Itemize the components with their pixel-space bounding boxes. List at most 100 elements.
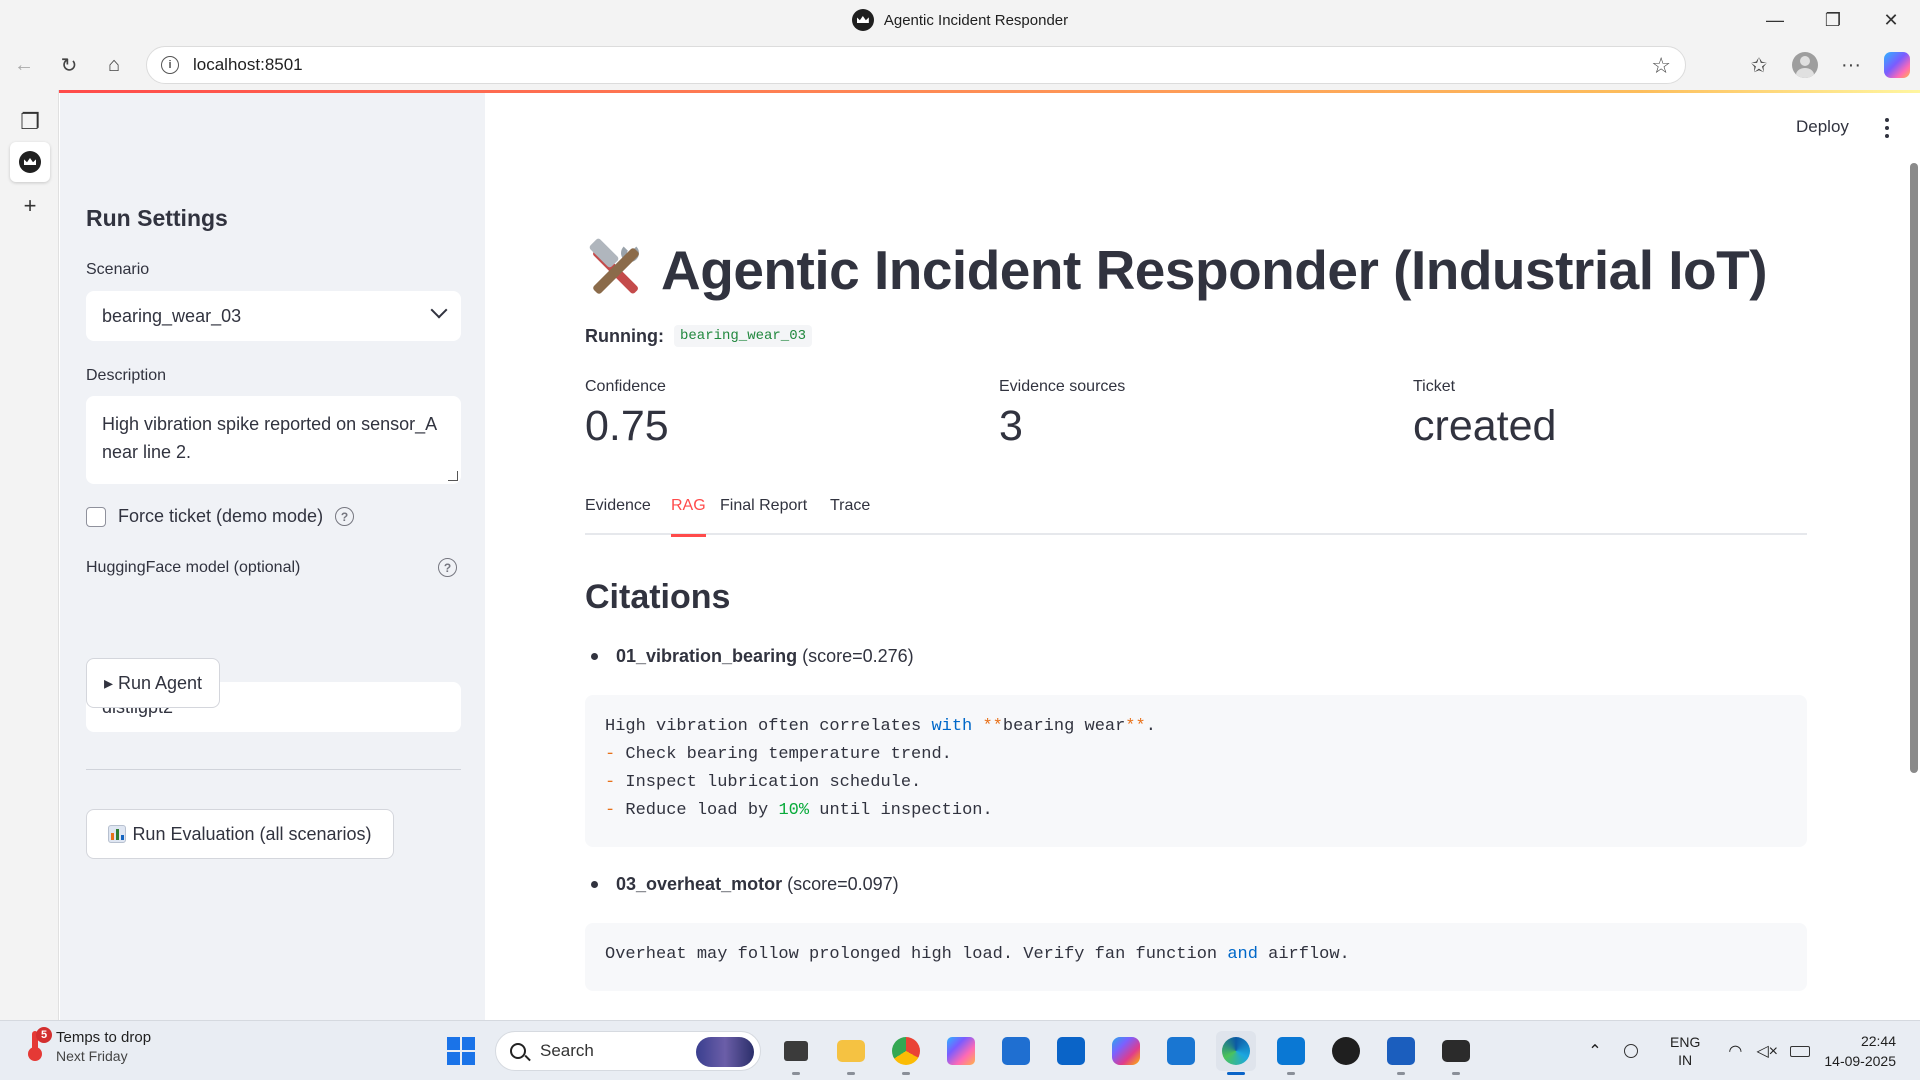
profile-button[interactable] xyxy=(1782,45,1828,85)
outlook-button[interactable] xyxy=(1051,1031,1091,1071)
metric-label: Confidence xyxy=(585,378,666,395)
metric-label: Evidence sources xyxy=(999,378,1126,395)
run-agent-button[interactable]: ▸ Run Agent xyxy=(86,658,220,708)
citation-name: 03_overheat_motor xyxy=(616,874,783,894)
copilot-app-button[interactable] xyxy=(941,1031,981,1071)
tab-actions-icon[interactable]: ❐ xyxy=(10,102,50,142)
window-title: Agentic Incident Responder xyxy=(883,11,1069,29)
metric-value: 0.75 xyxy=(585,402,669,450)
scenario-value: bearing_wear_03 xyxy=(102,305,242,326)
m365-button[interactable] xyxy=(1106,1031,1146,1071)
terminal-button[interactable] xyxy=(1436,1031,1476,1075)
address-bar[interactable]: i localhost:8501 ☆ xyxy=(146,46,1686,84)
favorites-icon[interactable]: ✩ xyxy=(1736,45,1782,85)
copilot-button[interactable] xyxy=(1874,45,1920,85)
store-button[interactable] xyxy=(996,1031,1036,1071)
favorite-star-icon[interactable]: ☆ xyxy=(1651,53,1671,79)
run-evaluation-button[interactable]: Run Evaluation (all scenarios) xyxy=(86,809,394,859)
copilot-icon xyxy=(1884,52,1910,78)
taskbar-search[interactable]: Search xyxy=(495,1031,761,1071)
terminal-icon xyxy=(1442,1040,1470,1062)
notification-badge: 5 xyxy=(36,1027,52,1043)
metric-value: created xyxy=(1413,402,1557,450)
chrome-button[interactable] xyxy=(886,1031,926,1075)
sidebar-divider xyxy=(86,769,461,770)
word-button[interactable] xyxy=(1381,1031,1421,1075)
edge-button[interactable] xyxy=(1216,1031,1256,1075)
chevron-up-icon[interactable]: ⌃ xyxy=(1580,1041,1610,1061)
new-tab-icon[interactable]: + xyxy=(10,186,50,226)
deploy-button[interactable]: Deploy xyxy=(1796,117,1849,137)
hammer-wrench-icon xyxy=(585,237,645,300)
start-button[interactable] xyxy=(441,1031,481,1071)
home-button[interactable]: ⌂ xyxy=(93,47,135,83)
vscode-icon xyxy=(1277,1037,1305,1065)
vertical-tab-rail: ❐ + xyxy=(0,90,59,1020)
chrome-icon xyxy=(892,1037,920,1065)
citation-score: (score=0.276) xyxy=(802,646,914,666)
run-evaluation-label: Run Evaluation (all scenarios) xyxy=(132,823,372,844)
bar-chart-icon xyxy=(108,825,127,843)
url-text[interactable]: localhost:8501 xyxy=(193,55,303,75)
force-ticket-label[interactable]: Force ticket (demo mode) xyxy=(118,506,323,527)
tab-final-report[interactable]: Final Report xyxy=(720,497,807,535)
tab-trace[interactable]: Trace xyxy=(830,497,870,535)
task-view-button[interactable] xyxy=(776,1031,816,1075)
dell-icon xyxy=(1332,1037,1360,1065)
description-textarea[interactable]: High vibration spike reported on sensor_… xyxy=(86,396,461,484)
copilot-icon xyxy=(947,1037,975,1065)
scrollbar[interactable] xyxy=(1910,163,1918,773)
file-explorer-button[interactable] xyxy=(831,1031,871,1075)
tab-streamlit-app[interactable] xyxy=(10,142,50,182)
window-controls: — ❐ ✕ xyxy=(1746,0,1920,40)
code-block: Overheat may follow prolonged high load.… xyxy=(585,923,1807,991)
tab-evidence[interactable]: Evidence xyxy=(585,497,651,535)
close-button[interactable]: ✕ xyxy=(1862,0,1920,40)
help-icon[interactable]: ? xyxy=(438,558,457,577)
clock-time: 22:44 xyxy=(1860,1033,1896,1049)
wifi-icon[interactable]: ◠ xyxy=(1728,1041,1742,1061)
chevron-down-icon xyxy=(430,301,448,319)
clock[interactable]: 22:44 14-09-2025 xyxy=(1824,1031,1896,1071)
toolbar-right-actions: ✩ ··· xyxy=(1736,40,1920,90)
bullet-dot xyxy=(591,881,598,888)
code-block: High vibration often correlates with **b… xyxy=(585,695,1807,847)
onedrive-status-icon[interactable] xyxy=(1624,1044,1638,1058)
dell-button[interactable] xyxy=(1326,1031,1366,1071)
page-title: Agentic Incident Responder (Industrial I… xyxy=(585,237,1768,302)
list-item: 01_vibration_bearing (score=0.276) xyxy=(585,646,914,667)
more-options-icon[interactable]: ··· xyxy=(1828,45,1874,85)
list-item: 03_overheat_motor (score=0.097) xyxy=(585,874,899,895)
tab-rag[interactable]: RAG xyxy=(671,497,706,537)
back-button[interactable]: ← xyxy=(3,47,45,83)
main-menu-icon[interactable] xyxy=(1877,116,1897,140)
metric-evidence-sources: Evidence sources 3 xyxy=(999,378,1125,451)
weather-subtitle: Next Friday xyxy=(56,1048,128,1064)
search-highlight-image xyxy=(696,1037,754,1067)
reload-button[interactable]: ↻ xyxy=(48,47,90,83)
force-ticket-checkbox[interactable] xyxy=(86,506,106,527)
weather-widget[interactable]: 5 Temps to drop Next Friday xyxy=(24,1027,152,1064)
metric-value: 3 xyxy=(999,402,1023,450)
weather-title: Temps to drop xyxy=(56,1029,152,1046)
running-scenario-code: bearing_wear_03 xyxy=(673,325,813,347)
site-info-icon[interactable]: i xyxy=(161,56,179,74)
store-icon xyxy=(1002,1037,1030,1065)
description-label: Description xyxy=(86,367,167,384)
streamlit-crown-icon xyxy=(19,151,41,173)
restore-button[interactable]: ❐ xyxy=(1804,0,1862,40)
speaker-muted-icon[interactable]: ◁× xyxy=(1756,1041,1778,1061)
page-title-text: Agentic Incident Responder (Industrial I… xyxy=(661,239,1768,301)
upload-app-button[interactable] xyxy=(1161,1031,1201,1071)
resize-handle-icon[interactable] xyxy=(448,471,458,481)
task-view-icon xyxy=(784,1041,808,1061)
minimize-button[interactable]: — xyxy=(1746,0,1804,40)
scenario-select[interactable]: bearing_wear_03 xyxy=(86,291,461,341)
bullet-dot xyxy=(591,653,598,660)
language-indicator[interactable]: ENG IN xyxy=(1670,1033,1700,1069)
help-icon[interactable]: ? xyxy=(335,507,355,526)
taskbar: 5 Temps to drop Next Friday Search ⌃ ENG… xyxy=(0,1020,1920,1080)
vscode-button[interactable] xyxy=(1271,1031,1311,1075)
battery-icon[interactable] xyxy=(1789,1045,1810,1057)
run-agent-label: ▸ Run Agent xyxy=(103,672,203,693)
